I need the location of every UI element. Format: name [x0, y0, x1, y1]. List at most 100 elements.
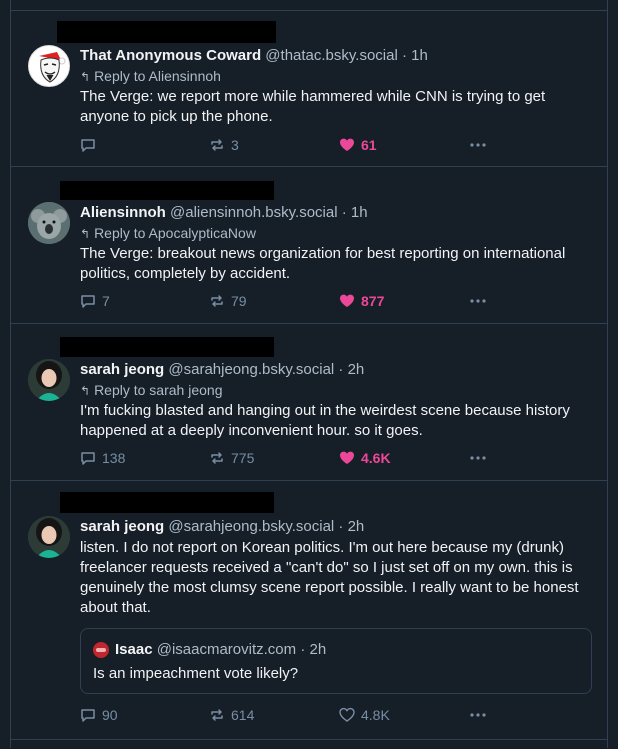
- reply-context[interactable]: ↰ Reply to sarah jeong: [80, 382, 222, 400]
- repost-button[interactable]: 79: [209, 291, 247, 311]
- reply-context[interactable]: ↰ Reply to Aliensinnoh: [80, 68, 221, 86]
- post-actions: 7 79 877: [80, 291, 500, 311]
- speech-bubble-icon: [81, 452, 95, 465]
- post-time[interactable]: · 1h: [402, 47, 428, 64]
- reply-to-label: Reply to sarah jeong: [94, 382, 223, 398]
- repost-count: 3: [231, 137, 239, 153]
- post-text: I'm fucking blasted and hanging out in t…: [80, 402, 570, 439]
- repost-count: 775: [231, 450, 255, 466]
- ellipsis-icon: [470, 456, 486, 460]
- reply-arrow-icon: ↰: [80, 70, 91, 84]
- like-count: 61: [361, 137, 377, 153]
- repost-arrows-icon: [211, 139, 223, 151]
- repost-arrows-icon: [211, 452, 223, 464]
- post-time[interactable]: · 2h: [338, 361, 364, 378]
- ellipsis-icon: [470, 143, 486, 147]
- post[interactable]: That Anonymous Coward @thatac.bsky.socia…: [11, 10, 607, 167]
- post-feed: That Anonymous Coward @thatac.bsky.socia…: [10, 0, 608, 748]
- reply-to-label: Reply to Aliensinnoh: [94, 68, 221, 84]
- author-name[interactable]: Aliensinnoh: [80, 204, 166, 221]
- like-count: 4.8K: [361, 707, 390, 723]
- like-count: 4.6K: [361, 450, 391, 466]
- more-options-button[interactable]: [469, 291, 487, 311]
- repost-arrows-icon: [211, 295, 223, 307]
- avatar[interactable]: [28, 202, 70, 244]
- author-handle[interactable]: @sarahjeong.bsky.social: [168, 518, 334, 535]
- post[interactable]: sarah jeong @sarahjeong.bsky.social · 2h…: [11, 323, 607, 481]
- post-time[interactable]: · 1h: [342, 204, 368, 221]
- post[interactable]: Aliensinnoh @aliensinnoh.bsky.social · 1…: [11, 166, 607, 324]
- repost-button[interactable]: 775: [209, 448, 254, 468]
- speech-bubble-icon: [81, 139, 95, 152]
- author-name[interactable]: That Anonymous Coward: [80, 47, 261, 64]
- post-time[interactable]: · 2h: [338, 518, 364, 535]
- redaction-bar: [60, 181, 274, 200]
- post-actions: 138 775 4.6K: [80, 448, 500, 468]
- post-header: sarah jeong @sarahjeong.bsky.social · 2h: [80, 518, 364, 536]
- quoted-author-handle[interactable]: @isaacmarovitz.com: [157, 641, 296, 658]
- reply-to-label: Reply to ApocalypticaNow: [94, 225, 256, 241]
- more-options-button[interactable]: [469, 135, 487, 155]
- avatar[interactable]: [28, 359, 70, 401]
- quoted-post-text: Is an impeachment vote likely?: [93, 665, 299, 682]
- post-header: Aliensinnoh @aliensinnoh.bsky.social · 1…: [80, 204, 368, 222]
- author-handle[interactable]: @thatac.bsky.social: [265, 47, 398, 64]
- avatar[interactable]: [28, 516, 70, 558]
- repost-button[interactable]: 3: [209, 135, 239, 155]
- author-name[interactable]: sarah jeong: [80, 361, 164, 378]
- reply-button[interactable]: [80, 135, 102, 155]
- like-button[interactable]: 4.6K: [339, 448, 391, 468]
- author-name[interactable]: sarah jeong: [80, 518, 164, 535]
- user-photo-icon: [28, 516, 70, 558]
- quoted-author-name[interactable]: Isaac: [115, 641, 153, 658]
- user-photo-icon: [28, 359, 70, 401]
- reply-count: 90: [102, 707, 118, 723]
- koala-photo-icon: [28, 202, 70, 244]
- ellipsis-icon: [470, 713, 486, 717]
- post-text: The Verge: breakout news organization fo…: [80, 245, 566, 282]
- like-count: 877: [361, 293, 385, 309]
- reply-count: 138: [102, 450, 126, 466]
- avatar[interactable]: [28, 45, 70, 87]
- post-text: listen. I do not report on Korean politi…: [80, 539, 579, 616]
- more-options-button[interactable]: [469, 448, 487, 468]
- more-options-button[interactable]: [469, 705, 487, 725]
- speech-bubble-icon: [81, 709, 95, 722]
- reply-context[interactable]: ↰ Reply to ApocalypticaNow: [80, 225, 256, 243]
- quoted-post[interactable]: Isaac @isaacmarovitz.com · 2h Is an impe…: [80, 628, 592, 694]
- redaction-bar: [60, 492, 274, 513]
- repost-count: 614: [231, 707, 255, 723]
- heart-icon: [339, 707, 355, 722]
- guy-fawkes-mask-icon: [39, 52, 66, 83]
- like-button[interactable]: 877: [339, 291, 384, 311]
- repost-count: 79: [231, 293, 247, 309]
- quoted-post-header: Isaac @isaacmarovitz.com · 2h: [93, 641, 326, 658]
- post-text: The Verge: we report more while hammered…: [80, 88, 546, 125]
- divider: [11, 739, 607, 740]
- like-button[interactable]: 4.8K: [339, 705, 390, 725]
- reply-button[interactable]: 90: [80, 705, 118, 725]
- author-handle[interactable]: @sarahjeong.bsky.social: [168, 361, 334, 378]
- reply-arrow-icon: ↰: [80, 384, 91, 398]
- author-handle[interactable]: @aliensinnoh.bsky.social: [170, 204, 338, 221]
- heart-icon: [340, 294, 354, 307]
- redaction-bar: [57, 21, 276, 43]
- quoted-post-time: · 2h: [300, 641, 327, 658]
- reply-button[interactable]: 138: [80, 448, 125, 468]
- reply-arrow-icon: ↰: [80, 227, 91, 241]
- repost-arrows-icon: [211, 709, 223, 721]
- redaction-bar: [60, 337, 274, 357]
- post-actions: 3 61: [80, 135, 500, 155]
- post[interactable]: sarah jeong @sarahjeong.bsky.social · 2h…: [11, 480, 607, 749]
- like-button[interactable]: 61: [339, 135, 377, 155]
- post-header: sarah jeong @sarahjeong.bsky.social · 2h: [80, 361, 364, 379]
- heart-icon: [340, 451, 354, 464]
- post-actions: 90 614 4.8K: [80, 705, 500, 725]
- quoted-avatar: [93, 641, 109, 658]
- post-header: That Anonymous Coward @thatac.bsky.socia…: [80, 47, 428, 65]
- heart-icon: [340, 138, 354, 151]
- repost-button[interactable]: 614: [209, 705, 254, 725]
- reply-button[interactable]: 7: [80, 291, 110, 311]
- speech-bubble-icon: [81, 295, 95, 308]
- reply-count: 7: [102, 293, 110, 309]
